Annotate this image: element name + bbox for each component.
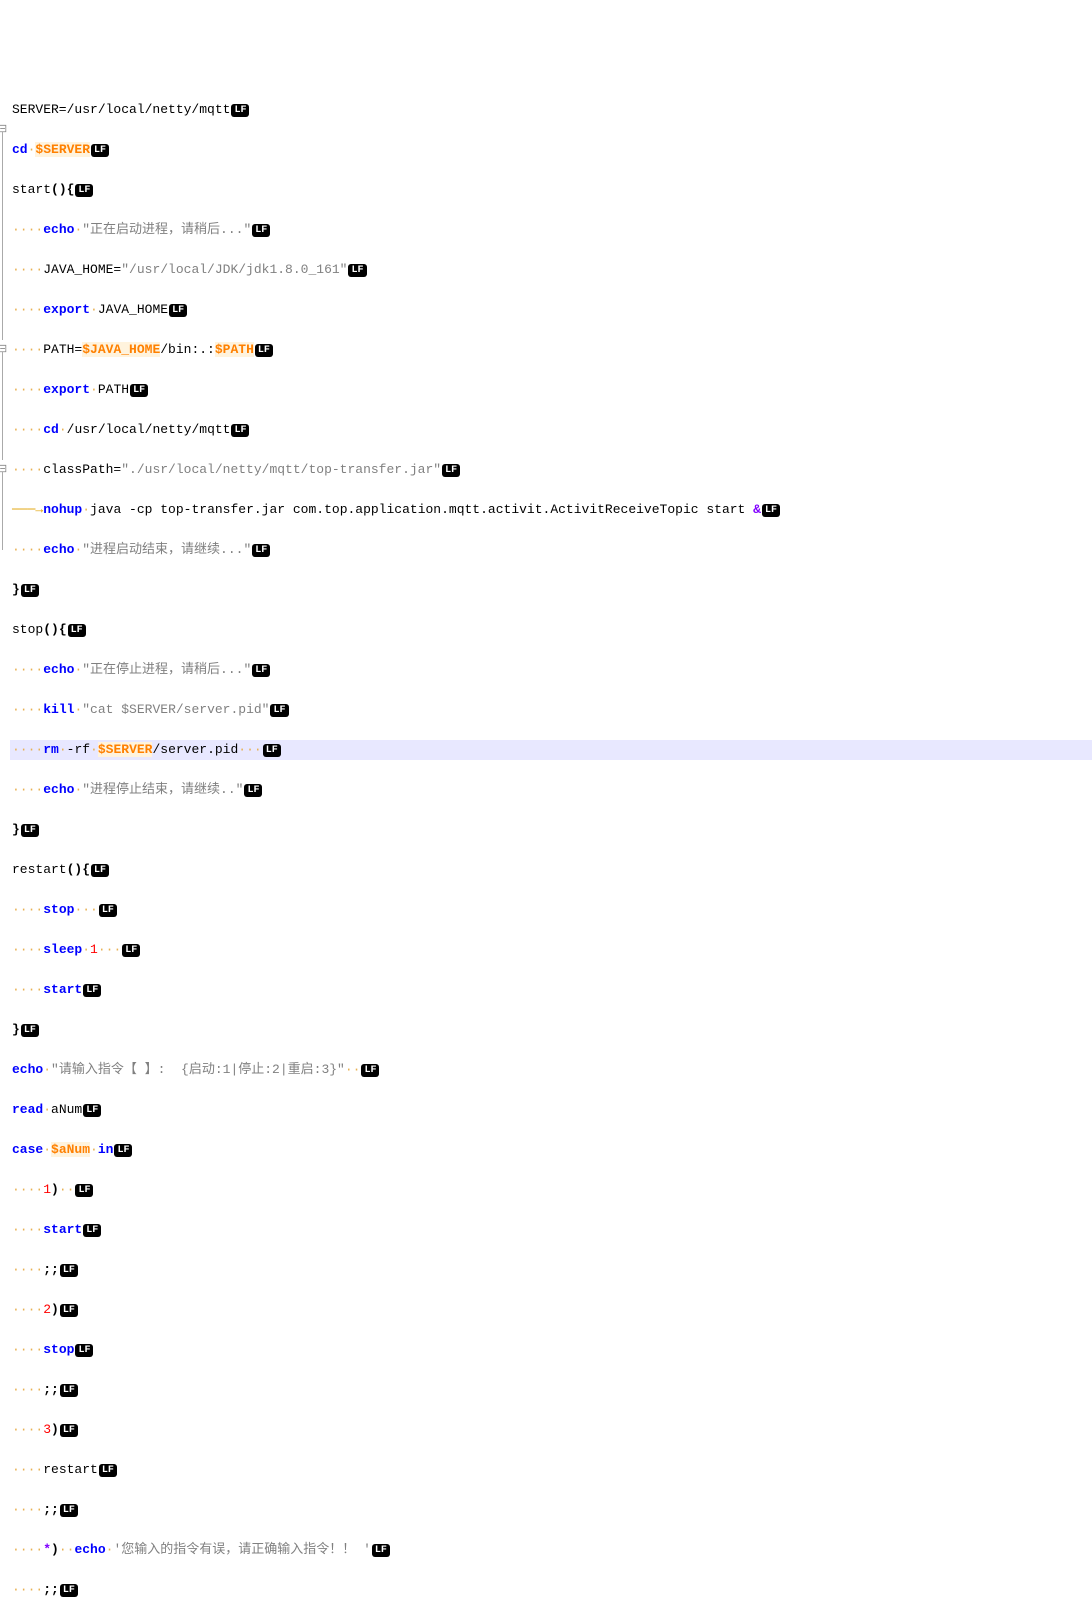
code-line: ····stop···LF xyxy=(10,900,1092,920)
code-line: ····echo·"进程停止结束，请继续.."LF xyxy=(10,780,1092,800)
code-line-highlighted: ····rm·-rf·$SERVER/server.pid···LF xyxy=(10,740,1092,760)
code-editor: ⊟ ⊟ ⊟ SERVER=/usr/local/netty/mqttLF cd·… xyxy=(0,80,1092,1624)
code-line: esacLF xyxy=(10,1620,1092,1624)
code-line: case·$aNum·inLF xyxy=(10,1140,1092,1160)
code-line: ····export·JAVA_HOMELF xyxy=(10,300,1092,320)
code-line: ····stopLF xyxy=(10,1340,1092,1360)
code-line: ····cd·/usr/local/netty/mqttLF xyxy=(10,420,1092,440)
code-line: ····;;LF xyxy=(10,1500,1092,1520)
code-line: ····sleep·1···LF xyxy=(10,940,1092,960)
code-line: ····echo·"正在停止进程，请稍后..."LF xyxy=(10,660,1092,680)
code-line: restart(){LF xyxy=(10,860,1092,880)
code-line: }LF xyxy=(10,820,1092,840)
code-line: read·aNumLF xyxy=(10,1100,1092,1120)
code-line: ····startLF xyxy=(10,1220,1092,1240)
fold-gutter: ⊟ ⊟ ⊟ xyxy=(0,80,10,1624)
fold-line xyxy=(2,472,3,550)
code-line: ····JAVA_HOME="/usr/local/JDK/jdk1.8.0_1… xyxy=(10,260,1092,280)
code-line: ····1)··LF xyxy=(10,1180,1092,1200)
code-line: ····;;LF xyxy=(10,1380,1092,1400)
code-line: ····3)LF xyxy=(10,1420,1092,1440)
code-area[interactable]: SERVER=/usr/local/netty/mqttLF cd·$SERVE… xyxy=(10,80,1092,1624)
code-line: }LF xyxy=(10,1020,1092,1040)
code-line: ───→nohup·java -cp top-transfer.jar com.… xyxy=(10,500,1092,520)
code-line: ····kill·"cat $SERVER/server.pid"LF xyxy=(10,700,1092,720)
code-line: SERVER=/usr/local/netty/mqttLF xyxy=(10,100,1092,120)
code-line: ····export·PATHLF xyxy=(10,380,1092,400)
code-line: ····restartLF xyxy=(10,1460,1092,1480)
code-line: ····;;LF xyxy=(10,1580,1092,1600)
code-line: ····*)··echo·'您输入的指令有误，请正确输入指令！！ 'LF xyxy=(10,1540,1092,1560)
code-line: ····2)LF xyxy=(10,1300,1092,1320)
fold-line xyxy=(2,132,3,340)
code-line: echo·"请输入指令【 】: {启动:1|停止:2|重启:3}"··LF xyxy=(10,1060,1092,1080)
code-line: ····echo·"进程启动结束，请继续..."LF xyxy=(10,540,1092,560)
code-line: cd·$SERVERLF xyxy=(10,140,1092,160)
code-line: start(){LF xyxy=(10,180,1092,200)
code-line: }LF xyxy=(10,580,1092,600)
fold-line xyxy=(2,352,3,460)
code-line: ····classPath="./usr/local/netty/mqtt/to… xyxy=(10,460,1092,480)
code-line: ····;;LF xyxy=(10,1260,1092,1280)
code-line: ····PATH=$JAVA_HOME/bin:.:$PATHLF xyxy=(10,340,1092,360)
code-line: stop(){LF xyxy=(10,620,1092,640)
code-line: ····echo·"正在启动进程，请稍后..."LF xyxy=(10,220,1092,240)
code-line: ····startLF xyxy=(10,980,1092,1000)
